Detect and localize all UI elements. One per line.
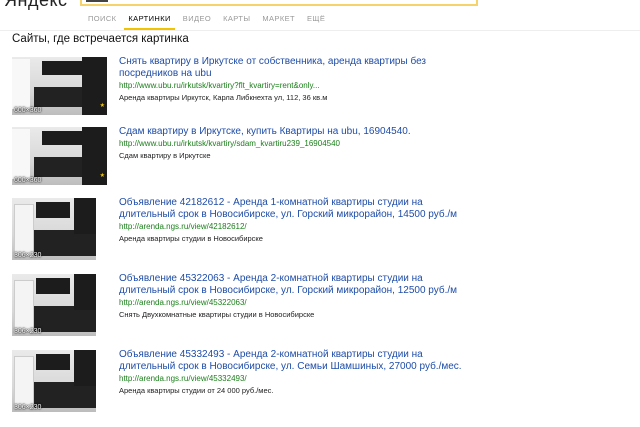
result-url[interactable]: http://arenda.ngs.ru/view/42182612/ bbox=[119, 221, 479, 232]
result-info: Объявление 45332493 - Аренда 2-комнатной… bbox=[119, 349, 479, 396]
tab-more[interactable]: ЕЩЁ bbox=[301, 13, 331, 27]
result-thumbnail[interactable]: 306×230 bbox=[12, 274, 96, 336]
result-info: Объявление 42182612 - Аренда 1-комнатной… bbox=[119, 197, 479, 244]
section-title: Сайты, где встречается картинка bbox=[12, 33, 189, 45]
result-item: ★ 600×360 Сдам квартиру в Иркутске, купи… bbox=[12, 126, 632, 191]
header-divider bbox=[0, 30, 640, 31]
result-title-link[interactable]: Объявление 45332493 - Аренда 2-комнатной… bbox=[119, 349, 479, 373]
result-thumbnail[interactable]: 306×230 bbox=[12, 350, 96, 412]
tab-video[interactable]: ВИДЕО bbox=[177, 13, 217, 27]
star-icon: ★ bbox=[99, 103, 105, 109]
result-description: Аренда квартиры студии в Новосибирске bbox=[119, 234, 263, 243]
yandex-logo[interactable]: Яндекс bbox=[4, 0, 68, 11]
result-description: Аренда квартиры Иркутск, Карла Либкнехта… bbox=[119, 93, 328, 102]
service-tabs: ПОИСК КАРТИНКИ ВИДЕО КАРТЫ МАРКЕТ ЕЩЁ bbox=[82, 13, 331, 30]
result-url[interactable]: http://arenda.ngs.ru/view/45322063/ bbox=[119, 297, 479, 308]
tab-search[interactable]: ПОИСК bbox=[82, 13, 122, 27]
result-thumbnail[interactable]: ★ 600×360 bbox=[12, 127, 107, 185]
result-title-link[interactable]: Объявление 45322063 - Аренда 2-комнатной… bbox=[119, 273, 479, 297]
result-description: Снять Двухкомнатные квартиры студии в Но… bbox=[119, 310, 315, 319]
search-image-thumbnail bbox=[86, 0, 108, 2]
result-description: Аренда квартиры студии от 24 000 руб./ме… bbox=[119, 386, 274, 395]
image-size-label: 600×360 bbox=[14, 107, 42, 114]
result-url[interactable]: http://arenda.ngs.ru/view/45332493/ bbox=[119, 373, 479, 384]
result-description: Сдам квартиру в Иркутске bbox=[119, 151, 211, 160]
result-title-link[interactable]: Сдам квартиру в Иркутске, купить Квартир… bbox=[119, 126, 479, 138]
result-item: 306×230 Объявление 45322063 - Аренда 2-к… bbox=[12, 273, 632, 338]
result-item: ★ 600×360 Снять квартиру в Иркутске от с… bbox=[12, 56, 632, 121]
image-size-label: 600×360 bbox=[14, 177, 42, 184]
result-title-link[interactable]: Объявление 42182612 - Аренда 1-комнатной… bbox=[119, 197, 479, 221]
result-title-link[interactable]: Снять квартиру в Иркутске от собственник… bbox=[119, 56, 479, 80]
result-info: Объявление 45322063 - Аренда 2-комнатной… bbox=[119, 273, 479, 320]
result-thumbnail[interactable]: 306×230 bbox=[12, 198, 96, 260]
image-size-label: 306×230 bbox=[14, 252, 42, 259]
result-item: 306×230 Объявление 42182612 - Аренда 1-к… bbox=[12, 197, 632, 262]
result-item: 306×230 Объявление 45332493 - Аренда 2-к… bbox=[12, 349, 632, 414]
tab-maps[interactable]: КАРТЫ bbox=[217, 13, 256, 27]
image-size-label: 306×230 bbox=[14, 328, 42, 335]
result-info: Сдам квартиру в Иркутске, купить Квартир… bbox=[119, 126, 479, 161]
search-input[interactable] bbox=[80, 0, 478, 6]
header: Яндекс ПОИСК КАРТИНКИ ВИДЕО КАРТЫ МАРКЕТ… bbox=[0, 0, 640, 32]
result-thumbnail[interactable]: ★ 600×360 bbox=[12, 57, 107, 115]
result-info: Снять квартиру в Иркутске от собственник… bbox=[119, 56, 479, 103]
result-url[interactable]: http://www.ubu.ru/irkutsk/kvartiry?flt_k… bbox=[119, 80, 479, 91]
image-size-label: 306×230 bbox=[14, 404, 42, 411]
tab-market[interactable]: МАРКЕТ bbox=[256, 13, 301, 27]
tab-images[interactable]: КАРТИНКИ bbox=[122, 13, 176, 30]
star-icon: ★ bbox=[99, 173, 105, 179]
result-url[interactable]: http://www.ubu.ru/irkutsk/kvartiry/sdam_… bbox=[119, 138, 479, 149]
